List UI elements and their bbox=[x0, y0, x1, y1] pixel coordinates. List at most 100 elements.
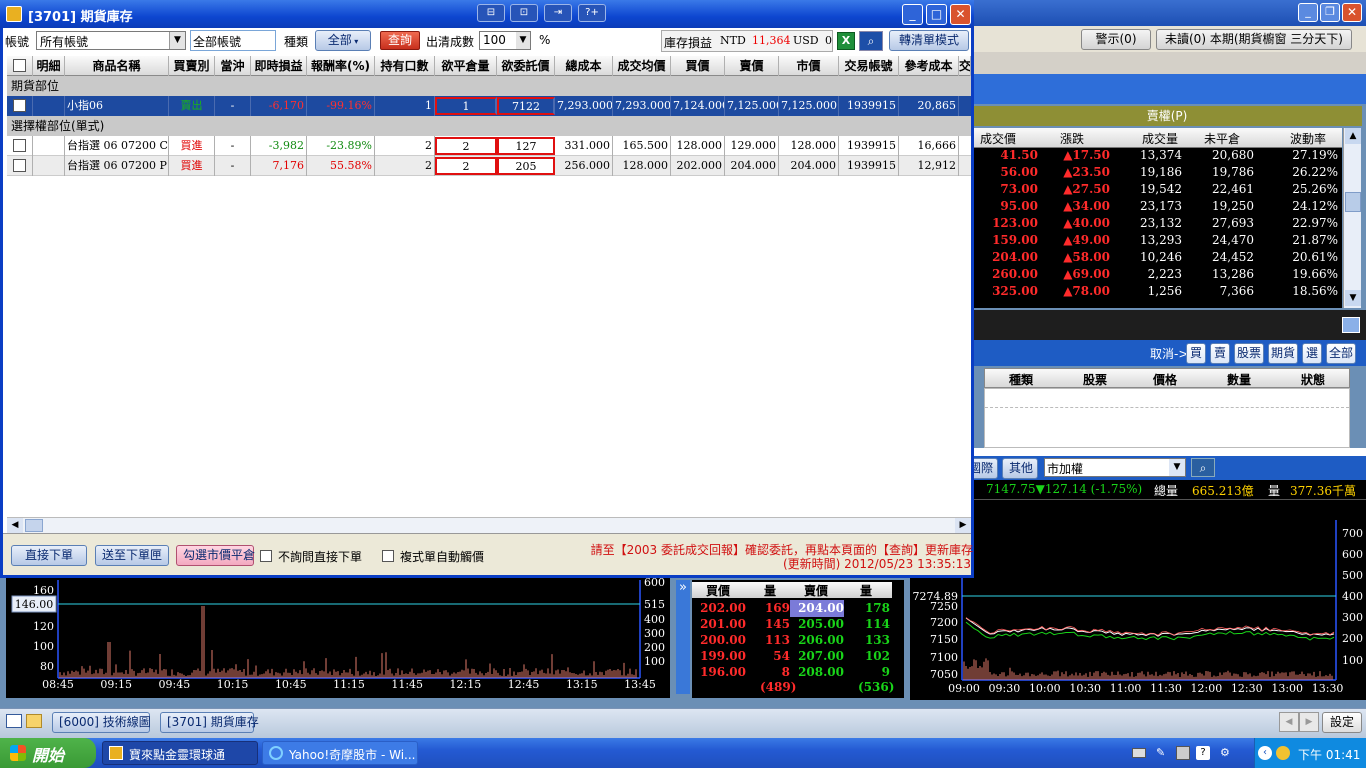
cancel-3-button[interactable]: 期貨 bbox=[1268, 343, 1298, 364]
put-option-row[interactable]: 204.00 ▲58.00 10,246 24,452 20.61% bbox=[972, 250, 1342, 267]
table-header-cell[interactable]: 持有口數 bbox=[375, 56, 435, 76]
query-button[interactable]: 查詢 bbox=[380, 31, 420, 50]
put-option-row[interactable]: 260.00 ▲69.00 2,223 13,286 19.66% bbox=[972, 267, 1342, 284]
close-qty-input[interactable]: 2 bbox=[435, 137, 497, 155]
put-options-scrollbar[interactable]: ▲ ▼ bbox=[1343, 128, 1361, 308]
panel-toggle-icon[interactable] bbox=[1342, 317, 1360, 333]
table-row[interactable]: 小指06 賣出 - -6,170 -99.16% 1 1 7122 7,293.000 7,293… bbox=[7, 96, 971, 116]
status-next-icon[interactable]: ▶ bbox=[1299, 712, 1319, 732]
market-search-icon[interactable]: ⌕ bbox=[1191, 458, 1215, 477]
table-row[interactable]: 台指選 06 07200 C 買進 - -3,982 -23.89% 2 2 127 331.0… bbox=[7, 136, 971, 156]
tab-futures-inventory[interactable]: [3701] 期貨庫存 bbox=[160, 712, 259, 733]
chevron-down-icon[interactable]: ▼ bbox=[516, 32, 530, 49]
table-header-cell[interactable]: 成交均價 bbox=[613, 56, 671, 76]
table-header-cell[interactable]: 欲委託價 bbox=[497, 56, 555, 76]
help-icon[interactable]: ?+ bbox=[578, 4, 606, 22]
table-header-cell[interactable]: 報酬率(%) bbox=[307, 56, 375, 76]
table-header-cell[interactable]: 賣價 bbox=[725, 56, 779, 76]
scroll-down-icon[interactable]: ▼ bbox=[1345, 290, 1361, 306]
other-button[interactable]: 其他 bbox=[1002, 458, 1038, 479]
no-ask-checkbox[interactable] bbox=[260, 550, 272, 562]
chevron-down-icon[interactable]: ▼ bbox=[169, 32, 185, 49]
layout-icon-3[interactable]: ⇥ bbox=[544, 4, 572, 22]
detail-cell[interactable] bbox=[33, 136, 65, 156]
table-row[interactable]: 台指選 06 07200 P 買進 -7,176 55.58% 2 2 205 256.000… bbox=[7, 156, 971, 176]
table-header-cell[interactable]: 參考成本 bbox=[899, 56, 959, 76]
layout-icon-2[interactable]: ⊡ bbox=[510, 4, 538, 22]
select-all-checkbox[interactable] bbox=[7, 56, 33, 76]
order-price-input[interactable]: 127 bbox=[497, 137, 555, 155]
chevron-down-icon[interactable]: ▼ bbox=[1169, 459, 1185, 476]
unread-button[interactable]: 未讀(0) 本期(期貨櫥窗 三分天下) bbox=[1156, 29, 1352, 50]
status-prev-icon[interactable]: ◀ bbox=[1279, 712, 1299, 732]
taskbar-item-browser[interactable]: Yahoo!奇摩股市 - Wi... bbox=[262, 741, 418, 765]
account-name-field[interactable]: 全部帳號 bbox=[190, 30, 276, 51]
table-header-cell[interactable]: 商品名稱 bbox=[65, 56, 169, 76]
order-price-input[interactable]: 7122 bbox=[497, 97, 555, 115]
scroll-thumb[interactable] bbox=[1345, 192, 1361, 212]
type-dropdown-button[interactable]: 全部 ▾ bbox=[315, 30, 371, 51]
tray-help-icon[interactable]: ? bbox=[1196, 746, 1210, 760]
excel-export-icon[interactable]: X bbox=[837, 32, 855, 50]
table-header-cell[interactable]: 欲平倉量 bbox=[435, 56, 497, 76]
table-header-cell[interactable]: 交 bbox=[959, 56, 971, 76]
table-header-cell[interactable]: 總成本 bbox=[555, 56, 613, 76]
put-option-row[interactable]: 56.00 ▲23.50 19,186 19,786 26.22% bbox=[972, 165, 1342, 182]
put-option-row[interactable]: 41.50 ▲17.50 13,374 20,680 27.19% bbox=[972, 148, 1342, 165]
start-button[interactable]: 開始 bbox=[0, 738, 96, 768]
close-qty-input[interactable]: 1 bbox=[435, 97, 497, 115]
detail-cell[interactable] bbox=[33, 156, 65, 176]
checkbox-box[interactable] bbox=[13, 99, 26, 112]
folder-icon[interactable] bbox=[26, 714, 42, 728]
detail-cell[interactable] bbox=[33, 96, 65, 116]
quote-row[interactable]: 202.00 169 204.00 178 bbox=[692, 600, 892, 617]
collapse-arrow-icon[interactable]: » bbox=[676, 580, 690, 694]
put-option-row[interactable]: 123.00 ▲40.00 23,132 27,693 22.97% bbox=[972, 216, 1342, 233]
tray-pen-icon[interactable]: ✎ bbox=[1156, 746, 1168, 760]
table-header-cell[interactable]: 市價 bbox=[779, 56, 839, 76]
cancel-1-button[interactable]: 賣 bbox=[1210, 343, 1230, 364]
order-price-input[interactable]: 205 bbox=[497, 157, 555, 175]
table-header-cell[interactable]: 買價 bbox=[671, 56, 725, 76]
table-header-cell[interactable]: 當沖 bbox=[215, 56, 251, 76]
checkbox-box[interactable] bbox=[13, 159, 26, 172]
quote-row[interactable]: 200.00 113 206.00 133 bbox=[692, 632, 892, 649]
table-header-cell[interactable]: 明細 bbox=[33, 56, 65, 76]
direct-order-button[interactable]: 直接下單 bbox=[11, 545, 87, 566]
table-horizontal-scrollbar[interactable]: ◀ ▶ bbox=[7, 517, 971, 533]
taskbar-item-app[interactable]: 寶來點金靈環球通 bbox=[102, 741, 258, 765]
table-header-cell[interactable]: 即時損益 bbox=[251, 56, 307, 76]
scroll-thumb[interactable] bbox=[25, 519, 43, 532]
quote-row[interactable]: 196.00 8 208.00 9 bbox=[692, 664, 892, 681]
cancel-0-button[interactable]: 買 bbox=[1186, 343, 1206, 364]
cancel-4-button[interactable]: 選 bbox=[1302, 343, 1322, 364]
checkbox-box[interactable] bbox=[13, 139, 26, 152]
put-option-row[interactable]: 73.00 ▲27.50 19,542 22,461 25.26% bbox=[972, 182, 1342, 199]
maximize-icon[interactable]: □ bbox=[926, 4, 947, 25]
put-option-row[interactable]: 325.00 ▲78.00 1,256 7,366 18.56% bbox=[972, 284, 1342, 301]
cancel-2-button[interactable]: 股票 bbox=[1234, 343, 1264, 364]
cancel-5-button[interactable]: 全部 bbox=[1326, 343, 1356, 364]
close-icon[interactable]: ✕ bbox=[950, 4, 971, 25]
tray-keyboard-icon[interactable] bbox=[1132, 748, 1146, 758]
layout-icon-1[interactable]: ⊟ bbox=[477, 4, 505, 22]
auto-tick-checkbox[interactable] bbox=[382, 550, 394, 562]
window-icon[interactable] bbox=[6, 714, 22, 728]
search-icon[interactable]: ⌕ bbox=[859, 31, 883, 51]
scroll-left-icon[interactable]: ◀ bbox=[7, 518, 23, 533]
scroll-up-icon[interactable]: ▲ bbox=[1345, 128, 1361, 144]
tray-network-icon[interactable] bbox=[1176, 746, 1190, 760]
switch-list-mode-button[interactable]: 轉清單模式 bbox=[889, 30, 969, 51]
checkbox-box[interactable] bbox=[13, 59, 26, 72]
close-qty-input[interactable]: 2 bbox=[435, 157, 497, 175]
tray-expand-icon[interactable]: ‹ bbox=[1258, 746, 1272, 760]
market-select[interactable]: 市加權 ▼ bbox=[1044, 458, 1186, 477]
market-close-button[interactable]: 勾選市價平倉 bbox=[176, 545, 255, 566]
table-header-cell[interactable]: 交易帳號 bbox=[839, 56, 899, 76]
tray-settings-icon[interactable]: ⚙ bbox=[1220, 746, 1232, 760]
tab-tech-chart[interactable]: [6000] 技術線圖 bbox=[52, 712, 151, 733]
send-to-order-box-button[interactable]: 送至下單匣 bbox=[95, 545, 169, 566]
minimize-icon[interactable]: _ bbox=[1298, 3, 1318, 22]
settings-button[interactable]: 設定 bbox=[1322, 712, 1362, 733]
account-select[interactable]: 所有帳號 ▼ bbox=[36, 31, 186, 50]
